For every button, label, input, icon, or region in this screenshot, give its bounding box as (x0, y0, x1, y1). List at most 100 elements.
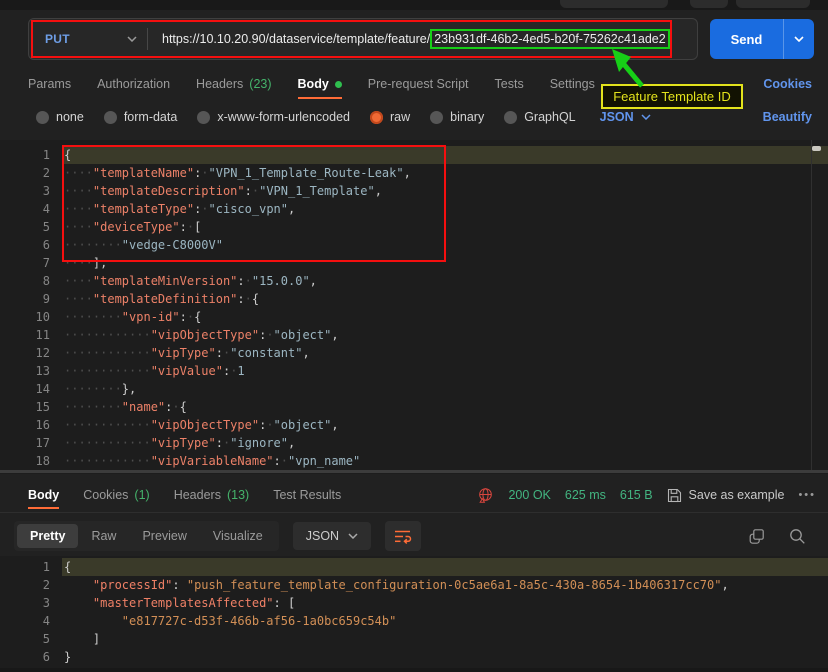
tab-params[interactable]: Params (28, 66, 71, 102)
code-line[interactable]: 2 "processId": "push_feature_template_co… (0, 576, 828, 594)
code-line[interactable]: 17············"vipType":·"ignore", (0, 434, 828, 452)
code-line[interactable]: 12············"vipType":·"constant", (0, 344, 828, 362)
code-line[interactable]: 14········}, (0, 380, 828, 398)
line-number: 8 (0, 272, 64, 290)
code-line[interactable]: 10········"vpn-id":·{ (0, 308, 828, 326)
code-text: ············"vipValue":·1 (64, 362, 245, 380)
mode-label: x-www-form-urlencoded (217, 110, 350, 124)
response-tab-headers[interactable]: Headers(13) (174, 478, 249, 512)
response-format-dropdown[interactable]: JSON (293, 522, 371, 550)
response-tab-test-results[interactable]: Test Results (273, 478, 341, 512)
request-body-editor[interactable]: 1{2····"templateName":·"VPN_1_Template_R… (0, 140, 828, 474)
code-line[interactable]: 8····"templateMinVersion":·"15.0.0", (0, 272, 828, 290)
method-label: PUT (45, 32, 70, 46)
code-line[interactable]: 4 "e817727c-d53f-466b-af56-1a0bc659c54b" (0, 612, 828, 630)
chevron-down-icon (794, 36, 804, 42)
response-size[interactable]: 615 B (620, 488, 653, 502)
code-line[interactable]: 15········"name":·{ (0, 398, 828, 416)
beautify-link[interactable]: Beautify (763, 110, 812, 124)
line-number: 3 (0, 594, 64, 612)
line-number: 12 (0, 344, 64, 362)
body-mode-form-data[interactable]: form-data (104, 110, 178, 124)
body-mode-graphql[interactable]: GraphQL (504, 110, 575, 124)
view-tab-raw[interactable]: Raw (78, 524, 129, 548)
view-tab-pretty[interactable]: Pretty (17, 524, 78, 548)
save-as-example-button[interactable]: Save as example (667, 488, 785, 503)
code-line[interactable]: 11············"vipObjectType":·"object", (0, 326, 828, 344)
code-line[interactable]: 3····"templateDescription":·"VPN_1_Templ… (0, 182, 828, 200)
save-as-example-label: Save as example (689, 488, 785, 502)
code-line[interactable]: 13············"vipValue":·1 (0, 362, 828, 380)
radio-icon (197, 111, 210, 124)
divider (0, 512, 828, 513)
line-number: 4 (0, 612, 64, 630)
response-tab-cookies[interactable]: Cookies(1) (83, 478, 149, 512)
ssl-warning-globe-icon[interactable] (477, 487, 494, 504)
send-button[interactable]: Send (710, 19, 814, 59)
code-line[interactable]: 6} (0, 648, 828, 666)
line-number: 1 (0, 146, 64, 164)
view-tab-preview[interactable]: Preview (129, 524, 199, 548)
more-options-icon[interactable]: ••• (798, 489, 816, 501)
status-badge[interactable]: 200 OK (508, 488, 550, 502)
code-text: ····"templateName":·"VPN_1_Template_Rout… (64, 164, 411, 182)
code-line[interactable]: 18············"vipVariableName":·"vpn_na… (0, 452, 828, 470)
body-mode-raw[interactable]: raw (370, 110, 410, 124)
code-line[interactable]: 5 ] (0, 630, 828, 648)
chevron-down-icon (348, 533, 358, 539)
code-line[interactable]: 4····"templateType":·"cisco_vpn", (0, 200, 828, 218)
body-mode-binary[interactable]: binary (430, 110, 484, 124)
copy-icon[interactable] (748, 528, 765, 545)
body-format-dropdown[interactable]: JSON (600, 110, 651, 124)
annotation-arrow-icon (596, 46, 666, 90)
search-icon[interactable] (789, 528, 806, 545)
body-mode-none[interactable]: none (36, 110, 84, 124)
editor-horizontal-scrollbar[interactable] (0, 470, 828, 473)
code-line[interactable]: 1{ (0, 146, 828, 164)
wrap-lines-button[interactable] (385, 521, 421, 551)
code-line[interactable]: 3 "masterTemplatesAffected": [ (0, 594, 828, 612)
line-number: 6 (0, 648, 64, 666)
url-input[interactable]: https://10.10.20.90/dataservice/template… (162, 32, 670, 46)
response-meta: 200 OK 625 ms 615 B Save as example ••• (477, 487, 816, 504)
mode-label: binary (450, 110, 484, 124)
tab-body[interactable]: Body (298, 66, 342, 102)
tab-tests[interactable]: Tests (495, 66, 524, 102)
tab-pre-request-script[interactable]: Pre-request Script (368, 66, 469, 102)
code-line[interactable]: 2····"templateName":·"VPN_1_Template_Rou… (0, 164, 828, 182)
tab-headers[interactable]: Headers(23) (196, 66, 271, 102)
code-text: { (64, 558, 71, 576)
line-number: 1 (0, 558, 64, 576)
code-text: ····"deviceType":·[ (64, 218, 201, 236)
code-line[interactable]: 1{ (0, 558, 828, 576)
view-tab-visualize[interactable]: Visualize (200, 524, 276, 548)
cookies-link[interactable]: Cookies (763, 77, 812, 91)
tab-settings[interactable]: Settings (550, 66, 595, 102)
tab-label: Headers (196, 77, 243, 91)
save-icon (667, 488, 682, 503)
url-red-annotation-box: PUT https://10.10.20.90/dataservice/temp… (31, 20, 672, 58)
line-number: 17 (0, 434, 64, 452)
response-body-editor[interactable]: 1{2 "processId": "push_feature_template_… (0, 556, 828, 668)
method-selector[interactable]: PUT (33, 32, 147, 46)
code-line[interactable]: 16············"vipObjectType":·"object", (0, 416, 828, 434)
code-text: ········"vedge-C8000V" (64, 236, 223, 254)
window-bottom-strip (0, 668, 828, 672)
response-view-switcher: PrettyRawPreviewVisualize (14, 521, 279, 551)
response-tab-body[interactable]: Body (28, 478, 59, 512)
body-mode-x-www-form-urlencoded[interactable]: x-www-form-urlencoded (197, 110, 350, 124)
code-line[interactable]: 5····"deviceType":·[ (0, 218, 828, 236)
code-line[interactable]: 7····], (0, 254, 828, 272)
editor-scrollbar-thumb[interactable] (812, 146, 821, 151)
line-number: 18 (0, 452, 64, 470)
mode-label: none (56, 110, 84, 124)
line-number: 11 (0, 326, 64, 344)
tab-authorization[interactable]: Authorization (97, 66, 170, 102)
cutoff-ui-fragment (560, 0, 668, 8)
code-line[interactable]: 9····"templateDefinition":·{ (0, 290, 828, 308)
response-time[interactable]: 625 ms (565, 488, 606, 502)
code-text: ····], (64, 254, 107, 272)
code-text: ············"vipVariableName":·"vpn_name… (64, 452, 360, 470)
code-line[interactable]: 6········"vedge-C8000V" (0, 236, 828, 254)
send-options-button[interactable] (783, 19, 814, 59)
